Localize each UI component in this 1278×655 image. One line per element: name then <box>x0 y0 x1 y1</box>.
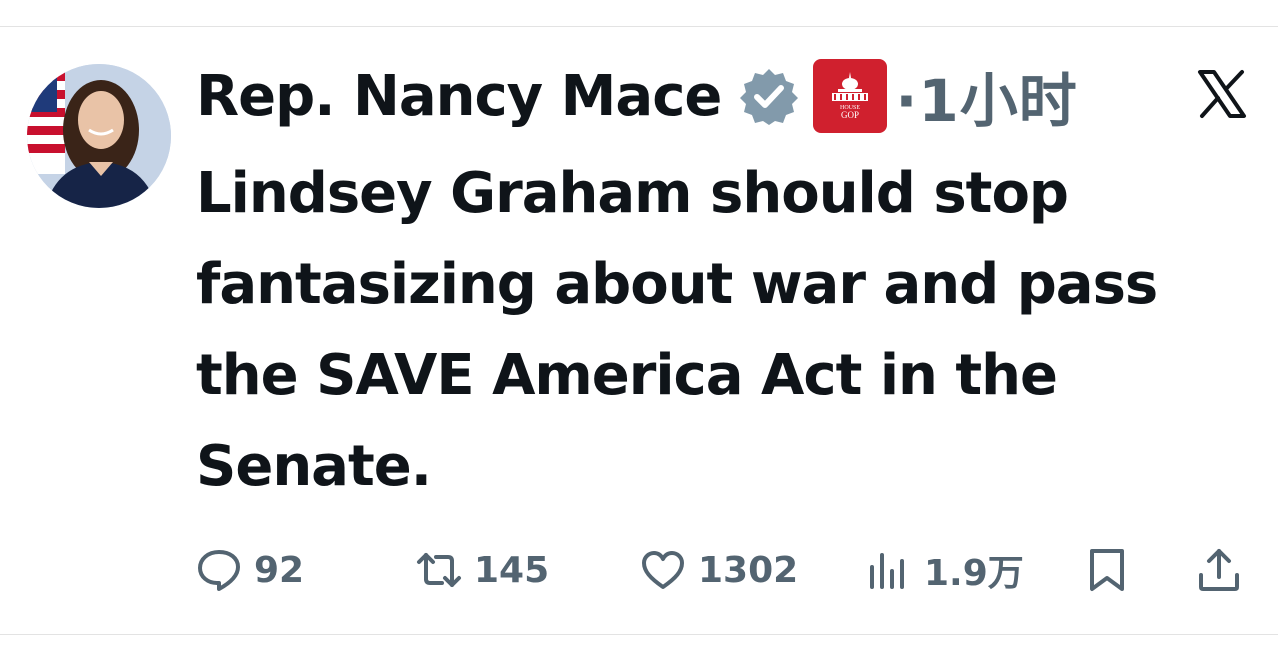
bookmark-button[interactable] <box>1084 540 1130 600</box>
action-bar: 92 145 1302 1.9万 <box>196 540 1256 600</box>
repost-count: 145 <box>474 549 550 591</box>
like-icon <box>642 551 684 589</box>
views-icon <box>870 553 904 589</box>
affiliation-text-bottom: GOP <box>841 110 859 120</box>
bottom-divider <box>0 634 1278 635</box>
avatar[interactable] <box>27 64 171 208</box>
repost-button[interactable]: 145 <box>416 540 549 600</box>
reply-icon <box>198 550 240 591</box>
tweet-text: Lindsey Graham should stop fantasizing a… <box>196 161 1158 499</box>
like-button[interactable]: 1302 <box>640 540 798 600</box>
reply-button[interactable]: 92 <box>196 540 304 600</box>
share-button[interactable] <box>1196 540 1242 600</box>
author-name[interactable]: Rep. Nancy Mace <box>196 64 722 129</box>
verified-icon[interactable] <box>739 66 799 126</box>
views-button[interactable]: 1.9万 <box>866 540 1024 600</box>
share-icon <box>1199 549 1239 591</box>
reply-count: 92 <box>254 549 305 591</box>
timestamp[interactable]: ·1小时 <box>895 54 1077 138</box>
repost-icon <box>417 553 461 587</box>
bookmark-icon <box>1090 549 1124 591</box>
like-count: 1302 <box>698 549 799 591</box>
house-gop-badge-icon[interactable]: HOUSE GOP <box>813 59 888 133</box>
x-logo-icon <box>1196 68 1248 120</box>
tweet-header: Rep. Nancy Mace HOUSE GOP ·1小时 <box>196 58 1078 135</box>
avatar-photo <box>27 64 171 208</box>
views-count: 1.9万 <box>924 553 1024 594</box>
top-divider <box>0 26 1278 27</box>
